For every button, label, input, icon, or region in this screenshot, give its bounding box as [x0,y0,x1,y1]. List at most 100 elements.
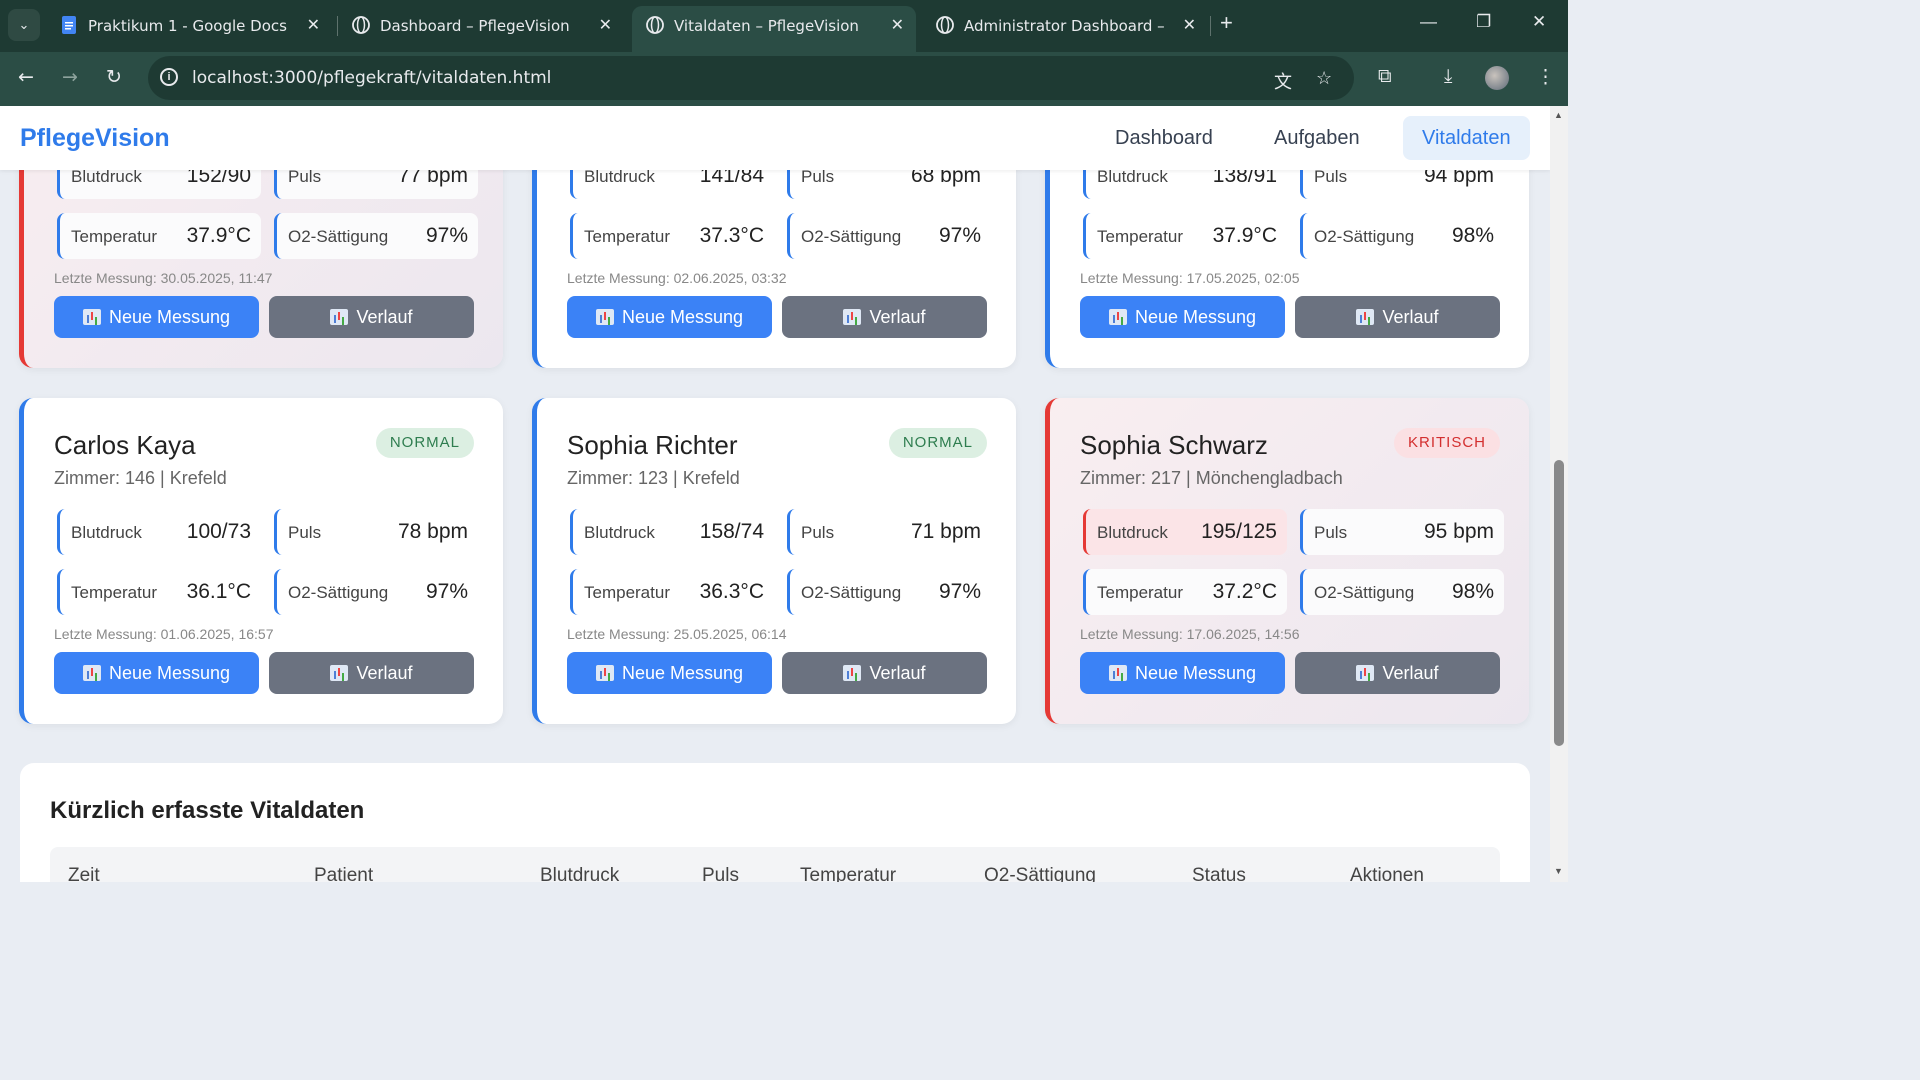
vital-temp: Temperatur 36.3°C [570,569,774,615]
browser-tab-admin[interactable]: Administrator Dashboard – Pfle ✕ [922,6,1208,46]
globe-icon [936,16,954,34]
scrollbar-thumb[interactable] [1554,460,1564,746]
vital-bp: Blutdruck 158/74 [570,509,774,555]
trend-icon [843,665,862,681]
nav-aufgaben[interactable]: Aufgaben [1255,116,1379,160]
vital-temp: Temperatur 36.1°C [57,569,261,615]
new-measurement-button[interactable]: Neue Messung [567,296,772,338]
new-tab-icon[interactable]: + [1220,10,1233,36]
close-tab-icon[interactable]: ✕ [599,15,612,34]
scroll-up-icon[interactable]: ▲ [1554,110,1563,120]
menu-kebab-icon[interactable]: ⋮ [1536,66,1555,89]
patient-room: Zimmer: 123 | Krefeld [567,468,740,488]
vital-o2: O2-Sättigung 97% [274,213,478,259]
column-header[interactable]: Patient [314,865,373,882]
restore-icon[interactable]: ❐ [1476,12,1491,32]
vital-o2: O2-Sättigung 98% [1300,213,1504,259]
url-text[interactable]: localhost:3000/pflegekraft/vitaldaten.ht… [192,68,551,88]
page-viewport: PflegeVision Dashboard Aufgaben Vitaldat… [0,106,1550,882]
vital-o2: O2-Sättigung 97% [787,569,991,615]
patient-card-sophia-schwarz: Sophia Schwarz Zimmer: 217 | Mönchenglad… [1045,398,1529,724]
column-header[interactable]: Aktionen [1350,865,1424,882]
vital-temp: Temperatur 37.3°C [570,213,774,259]
chart-icon [82,665,101,681]
patient-name: Carlos Kaya [54,430,196,460]
history-button[interactable]: Verlauf [782,652,987,694]
chart-icon [595,309,614,325]
patient-card-sophia-richter: Sophia Richter Zimmer: 123 | Krefeld NOR… [532,398,1016,724]
last-measurement: Letzte Messung: 25.05.2025, 06:14 [567,626,787,642]
scroll-down-icon[interactable]: ▼ [1554,866,1563,876]
status-badge: NORMAL [888,428,987,458]
status-badge: KRITISCH [1393,428,1500,458]
tab-search-button[interactable]: ⌄ [8,9,40,41]
nav-dashboard[interactable]: Dashboard [1096,116,1232,160]
new-measurement-button[interactable]: Neue Messung [1080,296,1285,338]
site-info-icon[interactable]: i [160,68,178,86]
patient-card-carlos-kaya: Carlos Kaya Zimmer: 146 | Krefeld NORMAL… [19,398,503,724]
tab-title: Praktikum 1 - Google Docs [88,17,287,35]
column-header[interactable]: Blutdruck [540,865,619,882]
vital-pulse: Puls 71 bpm [787,509,991,555]
brand-logo[interactable]: PflegeVision [20,124,170,153]
address-bar[interactable]: i localhost:3000/pflegekraft/vitaldaten.… [148,56,1354,100]
vital-o2: O2-Sättigung 97% [274,569,478,615]
vital-temp: Temperatur 37.9°C [1083,213,1287,259]
new-measurement-button[interactable]: Neue Messung [1080,652,1285,694]
vital-temp: Temperatur 37.9°C [57,213,261,259]
column-header[interactable]: O2-Sättigung [984,865,1096,882]
minimize-icon[interactable]: — [1420,12,1437,32]
last-measurement: Letzte Messung: 01.06.2025, 16:57 [54,626,274,642]
translate-icon[interactable]: 文 [1274,68,1292,94]
page-scrollbar[interactable]: ▲ ▼ [1550,106,1568,882]
last-measurement: Letzte Messung: 17.05.2025, 02:05 [1080,270,1300,286]
history-button[interactable]: Verlauf [269,296,474,338]
globe-icon [352,16,370,34]
close-tab-icon[interactable]: ✕ [1183,15,1196,34]
new-measurement-button[interactable]: Neue Messung [54,652,259,694]
browser-tab-dashboard[interactable]: Dashboard – PflegeVision ✕ [338,6,624,46]
column-header[interactable]: Zeit [68,865,100,882]
column-header[interactable]: Puls [702,865,739,882]
vital-bp: Blutdruck 100/73 [57,509,261,555]
trend-icon [843,309,862,325]
back-icon[interactable]: ← [18,66,34,88]
chart-icon [82,309,101,325]
vital-bp: Blutdruck 195/125 [1083,509,1287,555]
chart-icon [1108,309,1127,325]
browser-tab-vitaldaten[interactable]: Vitaldaten – PflegeVision ✕ [632,6,916,52]
nav-vitaldaten[interactable]: Vitaldaten [1403,116,1530,160]
history-button[interactable]: Verlauf [1295,652,1500,694]
trend-icon [1356,665,1375,681]
recent-vitals-section: Kürzlich erfasste Vitaldaten Zeit Patien… [20,763,1530,882]
section-title: Kürzlich erfasste Vitaldaten [50,797,365,824]
status-badge: NORMAL [375,428,474,458]
new-measurement-button[interactable]: Neue Messung [54,296,259,338]
new-measurement-button[interactable]: Neue Messung [567,652,772,694]
chart-icon [595,665,614,681]
tab-title: Vitaldaten – PflegeVision [674,17,859,35]
extensions-icon[interactable]: ⧉ [1378,66,1392,88]
history-button[interactable]: Verlauf [782,296,987,338]
vital-temp: Temperatur 37.2°C [1083,569,1287,615]
patient-room: Zimmer: 146 | Krefeld [54,468,227,488]
browser-tab-docs[interactable]: Praktikum 1 - Google Docs ✕ [46,6,332,46]
last-measurement: Letzte Messung: 30.05.2025, 11:47 [54,270,273,286]
column-header[interactable]: Temperatur [800,865,896,882]
close-tab-icon[interactable]: ✕ [307,15,320,34]
last-measurement: Letzte Messung: 02.06.2025, 03:32 [567,270,787,286]
download-icon[interactable]: ⤓ [1444,66,1452,88]
profile-avatar[interactable] [1485,66,1509,90]
close-tab-icon[interactable]: ✕ [891,15,904,34]
history-button[interactable]: Verlauf [1295,296,1500,338]
forward-icon[interactable]: → [62,66,78,88]
browser-toolbar: ← → ↻ i localhost:3000/pflegekraft/vital… [0,52,1568,106]
history-button[interactable]: Verlauf [269,652,474,694]
trend-icon [330,665,349,681]
bookmark-star-icon[interactable]: ☆ [1316,68,1332,89]
trend-icon [1356,309,1375,325]
column-header[interactable]: Status [1192,865,1246,882]
vital-pulse: Puls 95 bpm [1300,509,1504,555]
close-window-icon[interactable]: ✕ [1532,12,1546,32]
reload-icon[interactable]: ↻ [106,66,122,88]
